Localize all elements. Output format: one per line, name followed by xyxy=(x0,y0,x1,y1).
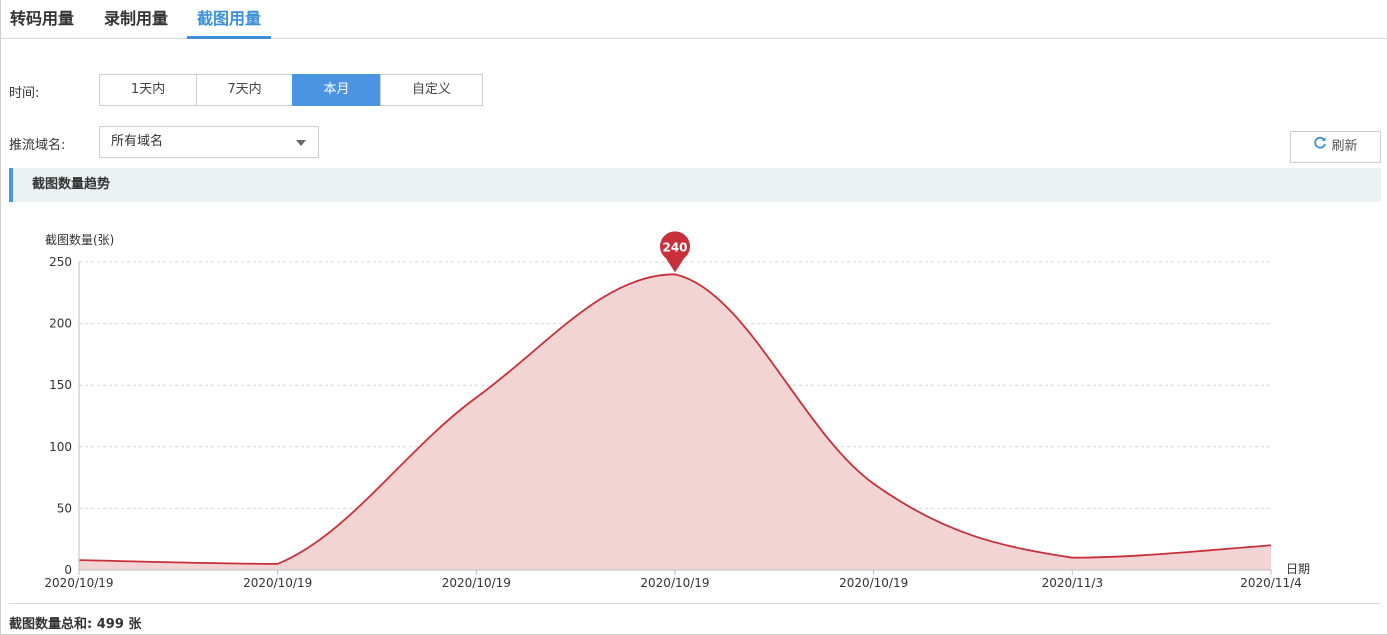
max-value-label: 240 xyxy=(662,240,687,254)
tab-transcode-usage[interactable]: 转码用量 xyxy=(9,0,75,39)
y-tick-label: 200 xyxy=(49,317,72,331)
time-option-1day[interactable]: 1天内 xyxy=(99,74,197,106)
domain-select[interactable]: 所有域名 xyxy=(99,126,319,158)
tab-snapshot-usage[interactable]: 截图用量 xyxy=(187,0,271,39)
time-option-7days[interactable]: 7天内 xyxy=(196,74,293,106)
caret-down-icon xyxy=(296,140,306,146)
x-tick-label: 2020/10/19 xyxy=(442,576,511,590)
time-label: 时间: xyxy=(9,86,40,101)
time-option-custom[interactable]: 自定义 xyxy=(380,74,483,106)
snapshot-total: 截图数量总和: 499 张 xyxy=(9,617,142,632)
refresh-button[interactable]: 刷新 xyxy=(1290,131,1381,163)
domain-select-value: 所有域名 xyxy=(111,134,164,149)
x-tick-label: 2020/10/19 xyxy=(243,576,312,590)
domain-label: 推流域名: xyxy=(9,138,66,153)
tab-recording-usage[interactable]: 录制用量 xyxy=(103,0,169,39)
refresh-icon xyxy=(1313,132,1327,162)
x-tick-label: 2020/11/4 xyxy=(1240,576,1302,590)
y-tick-label: 100 xyxy=(49,440,72,454)
y-tick-label: 250 xyxy=(49,255,72,269)
x-tick-label: 2020/10/19 xyxy=(839,576,908,590)
section-title: 截图数量趋势 xyxy=(9,168,1381,202)
x-axis-title: 日期 xyxy=(1286,562,1310,576)
y-tick-label: 50 xyxy=(57,501,72,515)
y-tick-label: 150 xyxy=(49,378,72,392)
y-tick-label: 0 xyxy=(64,563,72,577)
usage-tabs: 转码用量 录制用量 截图用量 xyxy=(0,0,1388,39)
area-fill xyxy=(79,274,1271,570)
x-tick-label: 2020/10/19 xyxy=(640,576,709,590)
time-option-this-month[interactable]: 本月 xyxy=(292,74,381,106)
x-tick-label: 2020/11/3 xyxy=(1042,576,1104,590)
y-axis-title: 截图数量(张) xyxy=(45,232,114,247)
refresh-label: 刷新 xyxy=(1331,139,1358,154)
divider xyxy=(9,603,1381,604)
snapshot-trend-chart: 0 50 100 150 200 250 2020/10/19 2020/10/19 2020/… xyxy=(44,231,1310,590)
x-tick-label: 2020/10/19 xyxy=(44,576,113,590)
